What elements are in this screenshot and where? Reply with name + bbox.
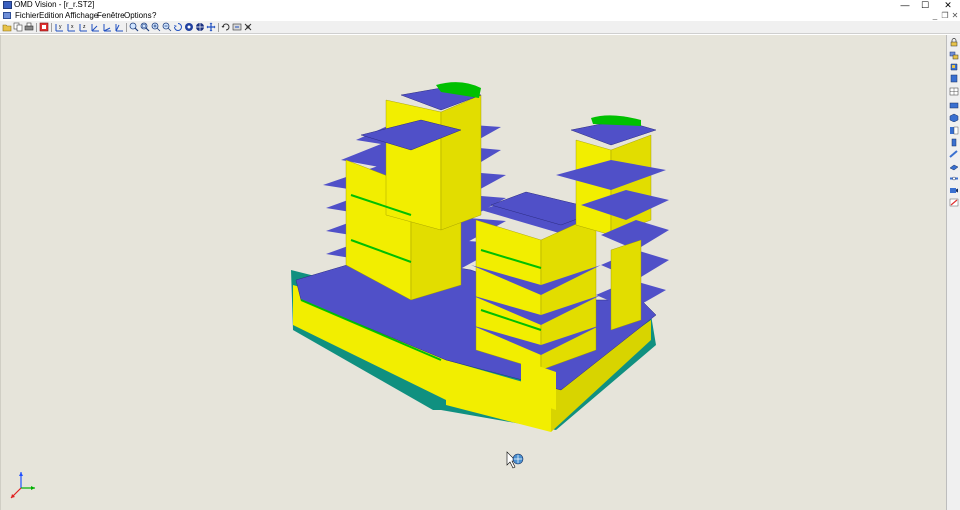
svg-text:y: y (59, 24, 62, 30)
toolbar-separator (51, 23, 52, 32)
view-icon[interactable] (184, 22, 194, 32)
camera-icon[interactable] (195, 22, 205, 32)
zoom-window-icon[interactable] (140, 22, 150, 32)
cursor-icon (506, 451, 524, 469)
print-icon[interactable] (24, 22, 34, 32)
toolbar: y x z (0, 21, 960, 34)
axis-x-icon[interactable]: x (66, 22, 76, 32)
3d-viewport[interactable] (0, 35, 946, 510)
export-icon[interactable] (232, 22, 242, 32)
menu-bar: Fichier Edition Affichage Fenêtre Option… (0, 10, 960, 21)
wall-right-lower (610, 239, 642, 331)
menu-options[interactable]: Options (124, 10, 152, 21)
svg-text:z: z (83, 24, 86, 30)
menu-edition[interactable]: Edition (39, 10, 63, 21)
axis-xy-icon[interactable] (90, 22, 100, 32)
wall-left-core (385, 99, 442, 231)
lock-icon[interactable] (949, 38, 959, 47)
toolbar-separator (36, 23, 37, 32)
cube-icon[interactable] (949, 62, 959, 71)
slab-icon[interactable] (949, 162, 959, 171)
move-icon[interactable] (206, 22, 216, 32)
zoom-icon[interactable] (129, 22, 139, 32)
title-bar: OMD Vision - [r_r.ST2] — ☐ ✕ (0, 0, 960, 10)
menu-fichier[interactable]: Fichier (15, 10, 39, 21)
copy-icon[interactable] (13, 22, 23, 32)
maximize-button[interactable]: ☐ (913, 0, 937, 10)
mdi-close-button[interactable]: ✕ (950, 10, 960, 21)
zoom-out-icon[interactable] (162, 22, 172, 32)
menu-fenetre[interactable]: Fenêtre (97, 10, 125, 21)
axis-xz-icon[interactable] (114, 22, 124, 32)
close-button[interactable]: ✕ (936, 0, 960, 10)
undo-icon[interactable] (221, 22, 231, 32)
warning-icon[interactable] (949, 198, 959, 207)
axis-triad-icon (10, 472, 35, 499)
axis-y-icon[interactable]: y (54, 22, 64, 32)
document-icon[interactable] (3, 12, 11, 19)
column-icon[interactable] (949, 138, 959, 147)
wall-icon[interactable] (949, 126, 959, 135)
mdi-restore-button[interactable]: ❐ (940, 10, 950, 21)
menu-affichage[interactable]: Affichage (65, 10, 98, 21)
section-icon[interactable] (949, 174, 959, 183)
beam-icon[interactable] (949, 150, 959, 159)
axis-yz-icon[interactable] (102, 22, 112, 32)
toggle-icon[interactable] (949, 74, 959, 83)
rotate-icon[interactable] (173, 22, 183, 32)
toolbar-separator (218, 23, 219, 32)
render-icon[interactable] (949, 101, 959, 110)
settings-icon[interactable] (243, 22, 253, 32)
building-model[interactable] (1, 35, 947, 510)
toolbar-separator (126, 23, 127, 32)
axis-z-icon[interactable]: z (78, 22, 88, 32)
solid-icon[interactable] (949, 113, 959, 122)
stop-icon[interactable] (39, 22, 49, 32)
layers-icon[interactable] (949, 51, 959, 60)
menu-help[interactable]: ? (152, 10, 156, 21)
camera-view-icon[interactable] (949, 186, 959, 195)
right-tool-panel (946, 35, 960, 510)
window-title: OMD Vision - [r_r.ST2] (14, 0, 95, 9)
mdi-minimize-button[interactable]: _ (930, 10, 940, 21)
grid-icon[interactable] (949, 87, 959, 96)
zoom-in-icon[interactable] (151, 22, 161, 32)
svg-text:x: x (71, 24, 74, 30)
wall-left-core-side (440, 94, 482, 231)
app-icon (3, 1, 12, 9)
open-icon[interactable] (2, 22, 12, 32)
